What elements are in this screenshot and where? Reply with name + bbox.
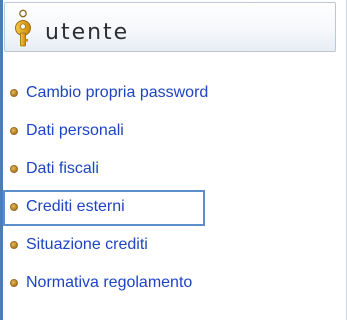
section-header: utente [4,2,336,52]
user-key-icon [15,9,31,47]
menu-link-label[interactable]: Dati fiscali [26,160,99,178]
menu-item-cambio-password[interactable]: Cambio propria password [3,74,333,112]
bullet-icon [10,279,18,287]
user-menu-list: Cambio propria password Dati personali D… [3,74,333,302]
menu-link-label[interactable]: Dati personali [26,122,124,140]
menu-item-normativa-regolamento[interactable]: Normativa regolamento [3,264,333,302]
bullet-icon [10,241,18,249]
menu-link-label[interactable]: Situazione crediti [26,236,148,254]
bullet-icon [10,127,18,135]
menu-link-label[interactable]: Normativa regolamento [26,274,192,292]
bullet-icon [10,89,18,97]
bullet-icon [10,165,18,173]
menu-item-dati-personali[interactable]: Dati personali [3,112,333,150]
menu-item-dati-fiscali[interactable]: Dati fiscali [3,150,333,188]
selection-highlight [3,190,205,226]
page-title: utente [45,20,130,45]
menu-item-crediti-esterni[interactable]: Crediti esterni [3,188,333,226]
menu-item-situazione-crediti[interactable]: Situazione crediti [3,226,333,264]
user-menu-panel: utente Cambio propria password Dati pers… [0,0,347,320]
menu-link-label[interactable]: Cambio propria password [26,84,208,102]
